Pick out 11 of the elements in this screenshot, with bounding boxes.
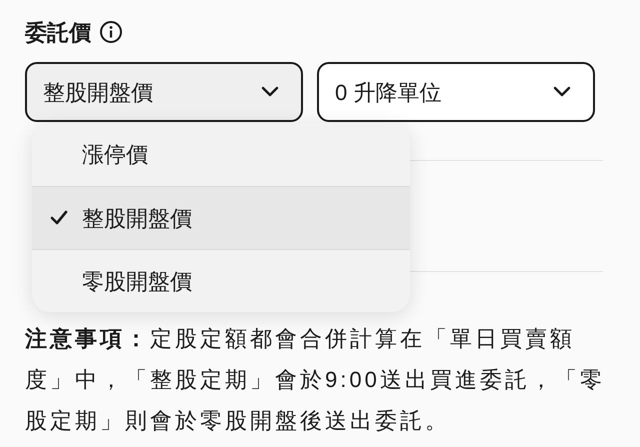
field-label: 委託價 [25,18,91,46]
dropdown-select[interactable]: 0 升降單位 [317,62,595,122]
menu-item[interactable]: 整股開盤價 [32,186,410,249]
chevron-down-icon [261,86,279,98]
chevron-down-icon [553,86,571,98]
checkmark-icon [50,210,68,226]
dropdown-select[interactable]: 整股開盤價 [25,62,303,122]
menu-item[interactable]: 漲停價 [32,123,410,186]
info-icon[interactable] [99,20,123,44]
note-paragraph: 注意事項：定股定額都會合併計算在「單日買賣額度」中，「整股定期」會於9:00送出買進委託，「零股定期」則會於零股開盤後送出委託。 [25,325,606,435]
menu-item[interactable]: 零股開盤價 [32,249,410,312]
